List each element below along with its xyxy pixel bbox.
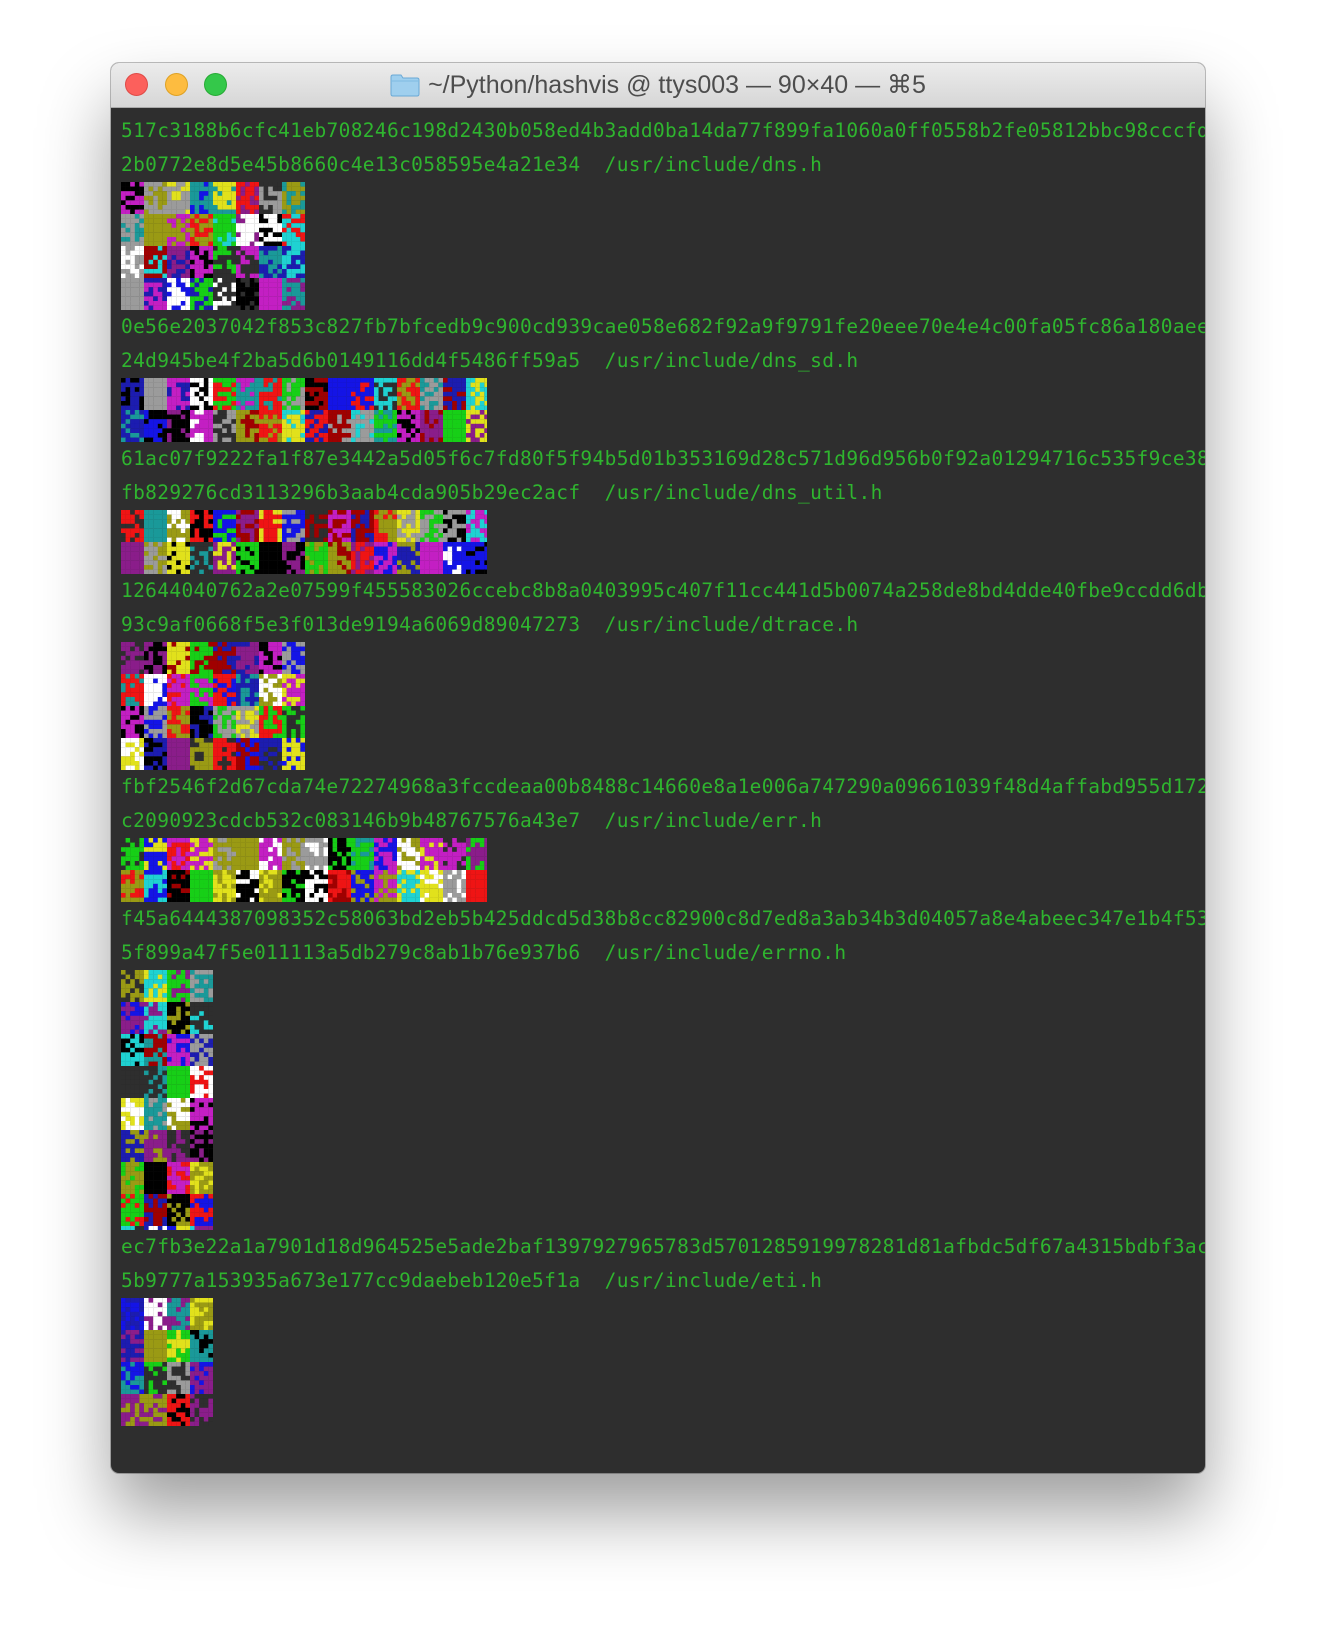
hash-line: ec7fb3e22a1a7901d18d964525e5ade2baf13979…	[121, 1235, 1205, 1258]
entry: ec7fb3e22a1a7901d18d964525e5ade2baf13979…	[121, 1230, 1205, 1426]
entry: 61ac07f9222fa1f87e3442a5d05f6c7fd80f5f94…	[121, 442, 1205, 574]
hash-tail: 2b0772e8d5e45b8660c4e13c058595e4a21e34	[121, 153, 581, 176]
window-title: ~/Python/hashvis @ ttys003 — 90×40 — ⌘5	[428, 71, 926, 99]
hash-path-line: 93c9af0668f5e3f013de9194a6069d89047273 /…	[121, 608, 1205, 642]
hash-visualization	[121, 838, 487, 902]
window-title-area: ~/Python/hashvis @ ttys003 — 90×40 — ⌘5	[111, 63, 1205, 107]
hash-visualization	[121, 642, 305, 770]
hash-path-line: c2090923cdcb532c083146b9b48767576a43e7 /…	[121, 804, 1205, 838]
file-path: /usr/include/dns_sd.h	[604, 349, 859, 372]
hash-visualization	[121, 510, 487, 574]
hash-visualization	[121, 970, 213, 1230]
hash-line: 61ac07f9222fa1f87e3442a5d05f6c7fd80f5f94…	[121, 447, 1205, 470]
hash-path-line: 2b0772e8d5e45b8660c4e13c058595e4a21e34 /…	[121, 148, 1205, 182]
hash-line: 0e56e2037042f853c827fb7bfcedb9c900cd939c…	[121, 315, 1205, 338]
hash-tail: 5f899a47f5e011113a5db279c8ab1b76e937b6	[121, 941, 581, 964]
hash-tail: 5b9777a153935a673e177cc9daebeb120e5f1a	[121, 1269, 581, 1292]
hash-path-line: fb829276cd3113296b3aab4cda905b29ec2acf /…	[121, 476, 1205, 510]
entry: fbf2546f2d67cda74e72274968a3fccdeaa00b84…	[121, 770, 1205, 902]
hash-visualization	[121, 378, 487, 442]
file-path: /usr/include/dtrace.h	[604, 613, 859, 636]
entry: 12644040762a2e07599f455583026ccebc8b8a04…	[121, 574, 1205, 770]
file-path: /usr/include/err.h	[604, 809, 823, 832]
hash-path-line: 5b9777a153935a673e177cc9daebeb120e5f1a /…	[121, 1264, 1205, 1298]
terminal-window: ~/Python/hashvis @ ttys003 — 90×40 — ⌘5 …	[111, 63, 1205, 1473]
hash-tail: 93c9af0668f5e3f013de9194a6069d89047273	[121, 613, 581, 636]
hash-tail: fb829276cd3113296b3aab4cda905b29ec2acf	[121, 481, 581, 504]
hash-path-line: 24d945be4f2ba5d6b0149116dd4f5486ff59a5 /…	[121, 344, 1205, 378]
hash-line: 12644040762a2e07599f455583026ccebc8b8a04…	[121, 579, 1205, 602]
file-path: /usr/include/errno.h	[604, 941, 847, 964]
hash-line: 517c3188b6cfc41eb708246c198d2430b058ed4b…	[121, 119, 1205, 142]
file-path: /usr/include/eti.h	[604, 1269, 823, 1292]
hash-line: fbf2546f2d67cda74e72274968a3fccdeaa00b84…	[121, 775, 1205, 798]
title-bar[interactable]: ~/Python/hashvis @ ttys003 — 90×40 — ⌘5	[111, 63, 1205, 108]
hash-path-line: 5f899a47f5e011113a5db279c8ab1b76e937b6 /…	[121, 936, 1205, 970]
entry: 0e56e2037042f853c827fb7bfcedb9c900cd939c…	[121, 310, 1205, 442]
file-path: /usr/include/dns_util.h	[604, 481, 883, 504]
hash-visualization	[121, 1298, 213, 1426]
file-path: /usr/include/dns.h	[604, 153, 823, 176]
terminal-output[interactable]: 517c3188b6cfc41eb708246c198d2430b058ed4b…	[111, 108, 1205, 1473]
hash-tail: c2090923cdcb532c083146b9b48767576a43e7	[121, 809, 581, 832]
entry: 517c3188b6cfc41eb708246c198d2430b058ed4b…	[121, 114, 1205, 310]
folder-icon	[390, 74, 420, 97]
hash-visualization	[121, 182, 305, 310]
entry: f45a6444387098352c58063bd2eb5b425ddcd5d3…	[121, 902, 1205, 1230]
hash-tail: 24d945be4f2ba5d6b0149116dd4f5486ff59a5	[121, 349, 581, 372]
hash-line: f45a6444387098352c58063bd2eb5b425ddcd5d3…	[121, 907, 1205, 930]
